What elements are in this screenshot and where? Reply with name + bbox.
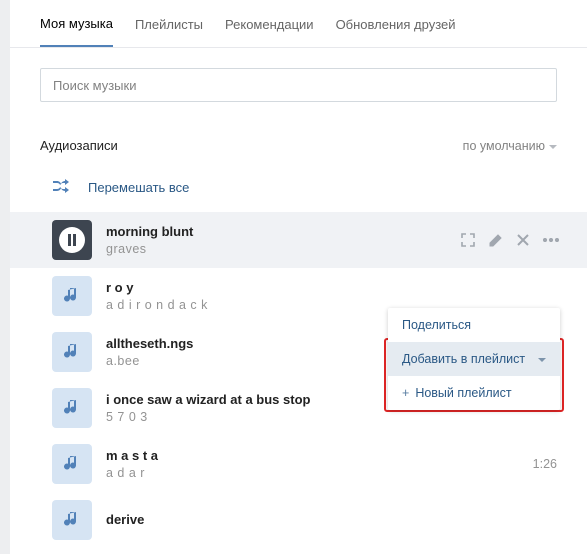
shuffle-all[interactable]: Перемешать все bbox=[10, 167, 587, 212]
track-artist: 5 7 0 3 bbox=[106, 410, 525, 424]
track-row[interactable]: derive bbox=[10, 492, 587, 548]
search-input[interactable] bbox=[40, 68, 557, 102]
shuffle-label: Перемешать все bbox=[88, 180, 189, 195]
track-artist: graves bbox=[106, 242, 461, 256]
track-cover[interactable] bbox=[52, 444, 92, 484]
menu-add-to-playlist[interactable]: Добавить в плейлист bbox=[388, 342, 560, 376]
note-icon bbox=[64, 287, 80, 305]
tab-friends-updates[interactable]: Обновления друзей bbox=[336, 2, 456, 46]
shuffle-icon bbox=[52, 179, 70, 196]
sort-dropdown[interactable]: по умолчанию bbox=[463, 139, 557, 153]
pause-button[interactable] bbox=[52, 220, 92, 260]
more-icon[interactable] bbox=[543, 238, 559, 242]
note-icon bbox=[64, 511, 80, 529]
track-cover[interactable] bbox=[52, 332, 92, 372]
chevron-down-icon bbox=[538, 352, 546, 366]
tab-my-music[interactable]: Моя музыка bbox=[40, 1, 113, 47]
menu-new-playlist-label: Новый плейлист bbox=[415, 386, 511, 400]
track-row[interactable]: morning blunt graves bbox=[10, 212, 587, 268]
track-title: derive bbox=[106, 512, 557, 529]
close-icon[interactable] bbox=[517, 234, 529, 246]
track-title: r o y bbox=[106, 280, 557, 297]
context-menu: Поделиться Добавить в плейлист + Новый п… bbox=[388, 308, 560, 410]
chevron-down-icon bbox=[549, 139, 557, 153]
tab-playlists[interactable]: Плейлисты bbox=[135, 2, 203, 46]
track-artist: a d a r bbox=[106, 466, 525, 480]
note-icon bbox=[64, 399, 80, 417]
track-title: m a s t a bbox=[106, 448, 525, 465]
plus-icon: + bbox=[402, 386, 409, 400]
note-icon bbox=[64, 343, 80, 361]
tab-recommendations[interactable]: Рекомендации bbox=[225, 2, 314, 46]
sort-label: по умолчанию bbox=[463, 139, 545, 153]
tabs-bar: Моя музыка Плейлисты Рекомендации Обновл… bbox=[10, 0, 587, 48]
menu-new-playlist[interactable]: + Новый плейлист bbox=[388, 376, 560, 410]
track-cover[interactable] bbox=[52, 500, 92, 540]
track-title: morning blunt bbox=[106, 224, 461, 241]
note-icon bbox=[64, 455, 80, 473]
menu-add-to-playlist-label: Добавить в плейлист bbox=[402, 352, 525, 366]
section-title: Аудиозаписи bbox=[40, 138, 118, 153]
track-row[interactable]: m a s t a a d a r 1:26 bbox=[10, 436, 587, 492]
track-cover[interactable] bbox=[52, 276, 92, 316]
menu-share[interactable]: Поделиться bbox=[388, 308, 560, 342]
track-duration: 1:26 bbox=[533, 457, 557, 471]
track-cover[interactable] bbox=[52, 388, 92, 428]
expand-icon[interactable] bbox=[461, 233, 475, 247]
track-actions bbox=[461, 233, 559, 247]
edit-icon[interactable] bbox=[489, 233, 503, 247]
